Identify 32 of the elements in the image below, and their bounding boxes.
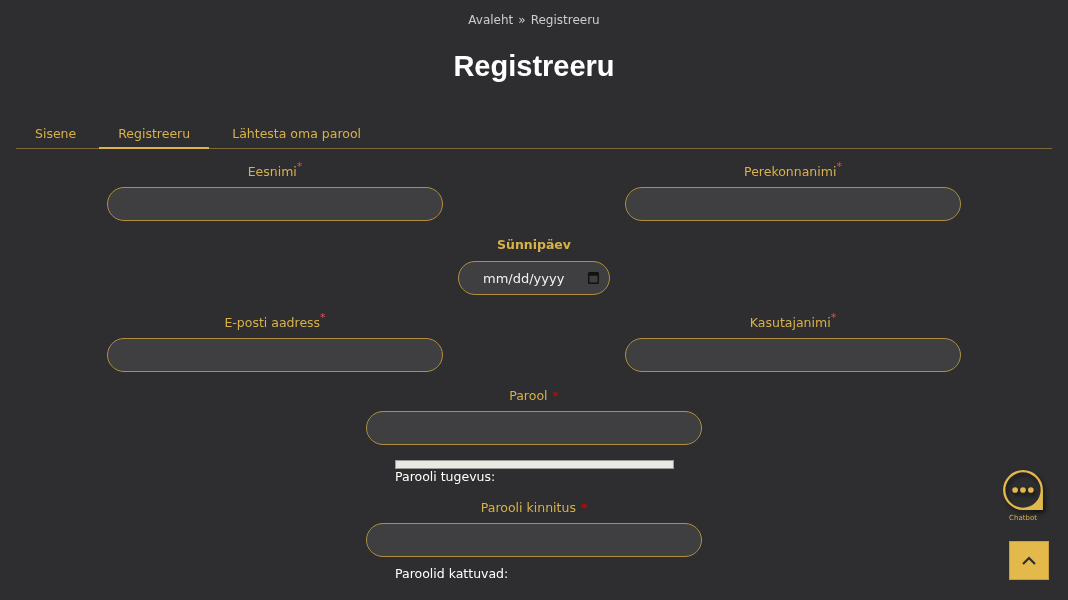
password-field[interactable] [366,411,702,445]
password-field[interactable] [366,523,702,557]
field-label: E-posti aadress [224,315,321,331]
tab[interactable]: Sisene [16,120,96,149]
required-mark: * [296,161,303,172]
breadcrumb-link[interactable]: Avaleht [468,12,514,28]
tab[interactable]: Lähtesta oma parool [213,120,381,149]
date-field[interactable]: mm/dd/yyyy [458,261,610,295]
required-mark: * [320,312,326,323]
breadcrumb-separator: » [518,12,526,28]
tab[interactable]: Registreeru [99,120,210,149]
chevron-up-icon [1022,556,1036,565]
required-mark: * [580,500,588,516]
page-title: Registreeru [453,49,615,84]
required-mark: * [830,312,837,323]
required-mark: * [836,161,842,172]
text-field[interactable] [625,187,961,221]
field-label: Parool [509,388,548,404]
field-label: Perekonnanimi [744,164,837,180]
field-label: Parooli kinnitus [480,500,576,516]
breadcrumb-current: Registreeru [530,12,600,28]
hint-text: Parooli tugevus: [395,469,496,484]
field-label: Sünnipäev [497,237,571,253]
text-field[interactable] [107,338,443,372]
field-label: Kasutajanimi [749,315,831,331]
chat-bubble-icon [1002,469,1044,511]
scroll-top-button[interactable] [1009,541,1049,580]
field-label: Eesnimi [247,164,297,180]
hint-text: Paroolid kattuvad: [395,566,509,581]
text-field[interactable] [107,187,443,221]
text-field[interactable] [625,338,961,372]
required-mark: * [552,388,559,404]
